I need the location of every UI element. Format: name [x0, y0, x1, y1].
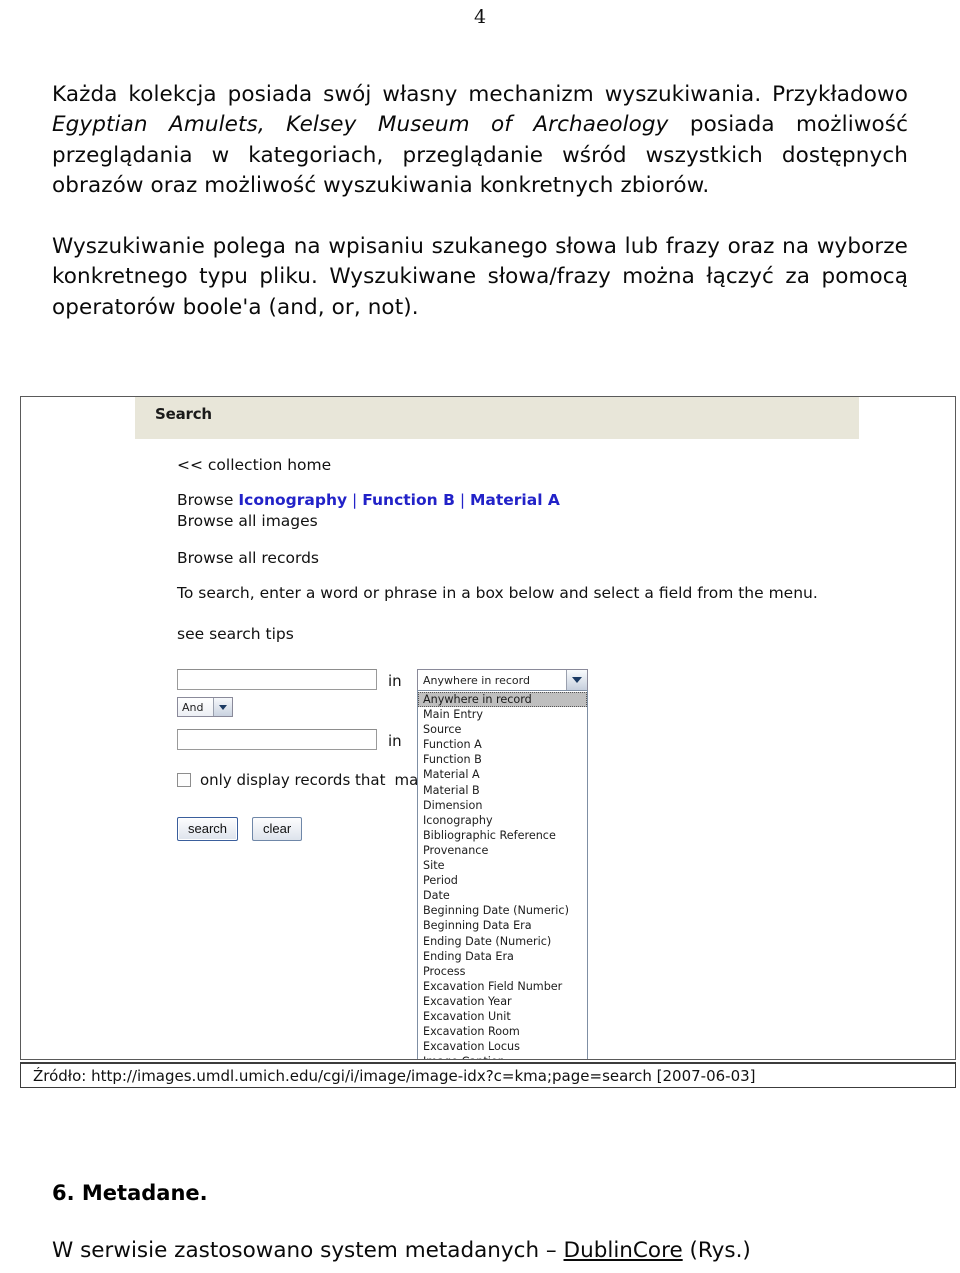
media-only-label-start: only display records that [200, 771, 386, 789]
closing-suffix: (Rys.) [682, 1238, 751, 1263]
field-option[interactable]: Dimension [418, 798, 587, 813]
field-option[interactable]: Ending Data Era [418, 949, 587, 964]
paragraph-1: Każda kolekcja posiada swój własny mecha… [52, 80, 908, 202]
in-label-1: in [388, 672, 402, 690]
search-term-input-2[interactable] [177, 729, 377, 750]
search-instruction-text: To search, enter a word or phrase in a b… [177, 584, 818, 602]
media-only-checkbox[interactable] [177, 773, 191, 787]
browse-all-images-link[interactable]: Browse all images [177, 511, 937, 532]
field-select-value: Anywhere in record [423, 673, 530, 687]
field-option[interactable]: Function B [418, 752, 587, 767]
field-option[interactable]: Iconography [418, 813, 587, 828]
closing-prefix: W serwisie zastosowano system metadanych… [52, 1238, 564, 1263]
boolean-operator-value: And [182, 700, 204, 714]
boolean-operator-select[interactable]: And [177, 697, 233, 717]
page-number: 4 [473, 6, 487, 28]
field-option[interactable]: Site [418, 858, 587, 873]
collection-home-link[interactable]: << collection home [177, 455, 937, 476]
field-option[interactable]: Excavation Field Number [418, 979, 587, 994]
chevron-down-icon-boolean[interactable] [213, 698, 232, 716]
field-option[interactable]: Process [418, 964, 587, 979]
field-option[interactable]: Excavation Room [418, 1024, 587, 1039]
field-option[interactable]: Material A [418, 767, 587, 782]
document-body: Każda kolekcja posiada swój własny mecha… [52, 58, 908, 345]
field-option[interactable]: Excavation Year [418, 994, 587, 1009]
browse-label: Browse [177, 491, 239, 509]
field-option[interactable]: Material B [418, 783, 587, 798]
search-form: in And in Anywhere in record Anywhere in… [177, 661, 937, 1059]
field-select-open-list[interactable]: Anywhere in record Main Entry Source Fun… [417, 690, 588, 1059]
search-term-input-1[interactable] [177, 669, 377, 690]
browse-link-function-b[interactable]: Function B [362, 491, 455, 509]
chevron-down-icon-field[interactable] [566, 670, 587, 690]
field-option[interactable]: Date [418, 888, 587, 903]
field-select-closed[interactable]: Anywhere in record [417, 669, 588, 691]
browse-category-links: Browse Iconography | Function B | Materi… [177, 490, 937, 511]
search-button[interactable]: search [177, 817, 239, 841]
browse-separator-1: | [347, 491, 363, 509]
browse-link-material-a[interactable]: Material A [470, 491, 560, 509]
paragraph-2: Wyszukiwanie polega na wpisaniu szukaneg… [52, 233, 908, 320]
closing-paragraph: W serwisie zastosowano system metadanych… [52, 1238, 751, 1263]
field-option[interactable]: Source [418, 722, 587, 737]
search-panel-header: Search [135, 397, 859, 439]
embedded-screenshot-figure: Search << collection home Browse Iconogr… [20, 396, 956, 1060]
field-option[interactable]: Period [418, 873, 587, 888]
field-option[interactable]: Beginning Date (Numeric) [418, 903, 587, 918]
field-option[interactable]: Bibliographic Reference [418, 828, 587, 843]
source-caption-text: Źródło: http://images.umdl.umich.edu/cgi… [33, 1066, 756, 1085]
form-buttons: search clear [177, 817, 303, 841]
browse-all-records-link[interactable]: Browse all records [177, 548, 937, 569]
see-search-tips-link[interactable]: see search tips [177, 624, 937, 645]
browse-link-iconography[interactable]: Iconography [238, 491, 347, 509]
section-heading-metadane: 6. Metadane. [52, 1181, 208, 1205]
browse-separator-2: | [454, 491, 470, 509]
paragraph-1-italic-title: Egyptian Amulets, Kelsey Museum of Archa… [52, 112, 669, 137]
paragraph-1-prefix: Każda kolekcja posiada swój własny mecha… [52, 81, 908, 107]
search-panel-content: << collection home Browse Iconography | … [177, 455, 937, 1059]
field-option[interactable]: Provenance [418, 843, 587, 858]
field-option[interactable]: Ending Date (Numeric) [418, 934, 587, 949]
dublincore-link[interactable]: DublinCore [564, 1238, 683, 1263]
field-option[interactable]: Function A [418, 737, 587, 752]
in-label-2: in [388, 732, 402, 750]
search-panel-title: Search [155, 405, 212, 423]
field-option[interactable]: Main Entry [418, 707, 587, 722]
field-option[interactable]: Beginning Data Era [418, 918, 587, 933]
field-option[interactable]: Anywhere in record [418, 692, 587, 708]
clear-button[interactable]: clear [252, 817, 303, 841]
field-option[interactable]: Image Caption [418, 1054, 587, 1059]
field-option[interactable]: Excavation Locus [418, 1039, 587, 1054]
source-caption-bar: Źródło: http://images.umdl.umich.edu/cgi… [20, 1062, 956, 1088]
field-option[interactable]: Excavation Unit [418, 1009, 587, 1024]
